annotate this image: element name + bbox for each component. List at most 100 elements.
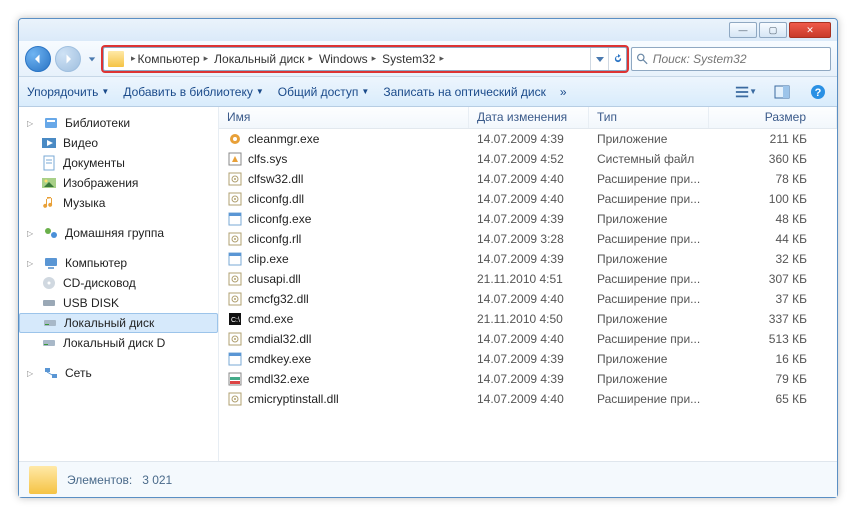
breadcrumb-seg[interactable]: Windows▸ [316, 48, 379, 70]
file-date: 14.07.2009 4:40 [469, 192, 589, 206]
file-row[interactable]: clfsw32.dll14.07.2009 4:40Расширение при… [219, 169, 837, 189]
file-type: Приложение [589, 132, 709, 146]
file-date: 14.07.2009 4:39 [469, 132, 589, 146]
file-icon [227, 151, 243, 167]
file-type: Приложение [589, 252, 709, 266]
file-size: 513 КБ [709, 332, 837, 346]
file-type: Расширение при... [589, 332, 709, 346]
file-icon [227, 351, 243, 367]
organize-menu[interactable]: Упорядочить▼ [27, 85, 109, 99]
sidebar-computer-head[interactable]: Компьютер [19, 253, 218, 273]
refresh-button[interactable] [608, 48, 626, 70]
video-icon [41, 135, 57, 151]
sidebar-item-localdisk-d[interactable]: Локальный диск D [19, 333, 218, 353]
search-input[interactable] [653, 52, 826, 66]
file-row[interactable]: cmdial32.dll 14.07.2009 4:40Расширение пр… [219, 329, 837, 349]
sidebar-item-usb[interactable]: USB DISK [19, 293, 218, 313]
file-row[interactable]: clusapi.dll21.11.2010 4:51Расширение при… [219, 269, 837, 289]
file-size: 65 КБ [709, 392, 837, 406]
file-icon [227, 231, 243, 247]
search-box[interactable] [631, 47, 831, 71]
file-name: cmdial32.dll [248, 332, 311, 346]
file-name: cliconfg.exe [248, 212, 311, 226]
sidebar-item-cd[interactable]: CD-дисковод [19, 273, 218, 293]
sidebar-label: Локальный диск D [63, 336, 165, 350]
sidebar-item-video[interactable]: Видео [19, 133, 218, 153]
file-size: 37 КБ [709, 292, 837, 306]
breadcrumb-seg[interactable]: System32▸ [379, 48, 447, 70]
file-icon [227, 331, 243, 347]
col-name[interactable]: Имя [219, 107, 469, 128]
folder-big-icon [29, 466, 57, 494]
file-row[interactable]: cliconfg.exe14.07.2009 4:39Приложение48 … [219, 209, 837, 229]
file-row[interactable]: cliconfg.rll14.07.2009 3:28Расширение пр… [219, 229, 837, 249]
breadcrumb-label: Компьютер [138, 52, 200, 66]
share-menu[interactable]: Общий доступ▼ [278, 85, 370, 99]
col-date[interactable]: Дата изменения [469, 107, 589, 128]
file-size: 211 КБ [709, 132, 837, 146]
toolbar-label: Упорядочить [27, 85, 98, 99]
file-row[interactable]: clip.exe14.07.2009 4:39Приложение32 КБ [219, 249, 837, 269]
toolbar: Упорядочить▼ Добавить в библиотеку▼ Общи… [19, 77, 837, 107]
file-row[interactable]: cmcfg32.dll14.07.2009 4:40Расширение при… [219, 289, 837, 309]
file-row[interactable]: cmicryptinstall.dll14.07.2009 4:40Расшир… [219, 389, 837, 409]
sidebar-item-music[interactable]: Музыка [19, 193, 218, 213]
col-size[interactable]: Размер [709, 107, 837, 128]
file-icon [227, 131, 243, 147]
address-bar[interactable]: ▸Компьютер▸ Локальный диск▸ Windows▸ Sys… [103, 47, 627, 71]
toolbar-label: » [560, 85, 567, 99]
close-button[interactable]: ✕ [789, 22, 831, 38]
view-options-button[interactable]: ▼ [735, 81, 757, 103]
cd-icon [41, 275, 57, 291]
file-size: 337 КБ [709, 312, 837, 326]
sidebar-label: Домашняя группа [65, 226, 164, 240]
network-icon [43, 365, 59, 381]
file-row[interactable]: cliconfg.dll14.07.2009 4:40Расширение пр… [219, 189, 837, 209]
col-type[interactable]: Тип [589, 107, 709, 128]
file-date: 14.07.2009 4:40 [469, 172, 589, 186]
column-headers: Имя Дата изменения Тип Размер [219, 107, 837, 129]
breadcrumb-label: Локальный диск [214, 52, 304, 66]
maximize-button[interactable]: ▢ [759, 22, 787, 38]
titlebar: — ▢ ✕ [19, 19, 837, 41]
file-type: Приложение [589, 372, 709, 386]
file-icon [227, 171, 243, 187]
file-name: clip.exe [248, 252, 289, 266]
history-dropdown[interactable] [85, 49, 99, 69]
breadcrumb-seg[interactable]: ▸Компьютер▸ [126, 48, 211, 70]
file-date: 14.07.2009 4:39 [469, 372, 589, 386]
file-date: 14.07.2009 4:40 [469, 292, 589, 306]
forward-button[interactable] [55, 46, 81, 72]
file-row[interactable]: clfs.sys14.07.2009 4:52Системный файл360… [219, 149, 837, 169]
file-name: cleanmgr.exe [248, 132, 319, 146]
sidebar-item-pictures[interactable]: Изображения [19, 173, 218, 193]
sidebar-item-documents[interactable]: Документы [19, 153, 218, 173]
file-icon [227, 291, 243, 307]
file-row[interactable]: cmd.exe21.11.2010 4:50Приложение337 КБ [219, 309, 837, 329]
minimize-button[interactable]: — [729, 22, 757, 38]
file-date: 21.11.2010 4:50 [469, 312, 589, 326]
address-dropdown[interactable] [590, 48, 608, 70]
file-size: 16 КБ [709, 352, 837, 366]
back-button[interactable] [25, 46, 51, 72]
file-size: 360 КБ [709, 152, 837, 166]
sidebar-item-localdisk[interactable]: Локальный диск [19, 313, 218, 333]
help-button[interactable]: ? [807, 81, 829, 103]
file-date: 21.11.2010 4:51 [469, 272, 589, 286]
file-row[interactable]: cleanmgr.exe 14.07.2009 4:39Приложение211… [219, 129, 837, 149]
add-to-library-menu[interactable]: Добавить в библиотеку▼ [123, 85, 263, 99]
preview-pane-button[interactable] [771, 81, 793, 103]
sidebar-libraries-head[interactable]: Библиотеки [19, 113, 218, 133]
file-row[interactable]: cmdl32.exe14.07.2009 4:39Приложение79 КБ [219, 369, 837, 389]
explorer-window: — ▢ ✕ ▸Компьютер▸ Локальный диск▸ Window… [18, 18, 838, 498]
sidebar-homegroup-head[interactable]: Домашняя группа [19, 223, 218, 243]
sidebar-network-head[interactable]: Сеть [19, 363, 218, 383]
file-date: 14.07.2009 4:40 [469, 332, 589, 346]
toolbar-label: Записать на оптический диск [383, 85, 546, 99]
burn-button[interactable]: Записать на оптический диск [383, 85, 546, 99]
file-type: Расширение при... [589, 192, 709, 206]
file-row[interactable]: cmdkey.exe14.07.2009 4:39Приложение16 КБ [219, 349, 837, 369]
file-rows: cleanmgr.exe14.07.2009 4:39Приложение211… [219, 129, 837, 461]
more-button[interactable]: » [560, 85, 567, 99]
breadcrumb-seg[interactable]: Локальный диск▸ [211, 48, 316, 70]
